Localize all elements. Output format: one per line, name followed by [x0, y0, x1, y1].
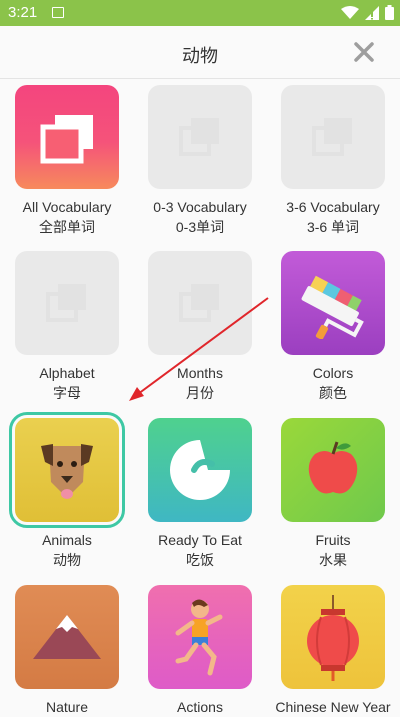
lantern-icon — [307, 595, 359, 681]
category-card[interactable] — [148, 585, 252, 689]
category-card-selected[interactable] — [9, 412, 125, 528]
close-icon[interactable] — [352, 40, 376, 64]
category-tile-fruits[interactable]: Fruits 水果 — [281, 418, 385, 570]
category-card[interactable] — [15, 585, 119, 689]
category-card-locked[interactable] — [15, 251, 119, 355]
tile-label: All Vocabulary 全部单词 — [22, 199, 112, 235]
copy-icon-faded — [179, 284, 219, 322]
category-tile-nature[interactable]: Nature — [15, 585, 119, 717]
image-notification-icon — [52, 7, 64, 18]
dog-icon — [41, 444, 93, 499]
category-tile-actions[interactable]: Actions — [148, 585, 252, 717]
category-card-locked[interactable] — [148, 85, 252, 189]
tile-label: Ready To Eat 吃饭 — [158, 532, 242, 568]
status-bar: 3:21 — [0, 0, 400, 26]
tile-label: Alphabet 字母 — [39, 365, 95, 401]
tile-label: Chinese New Year — [275, 699, 391, 715]
copy-icon-faded — [46, 284, 86, 322]
tile-label: Months 月份 — [177, 365, 223, 401]
header: 动物 — [0, 26, 400, 79]
mountain-icon — [33, 615, 101, 659]
category-card[interactable] — [15, 85, 119, 189]
signal-icon — [365, 5, 379, 20]
category-tile-alphabet[interactable]: Alphabet 字母 — [15, 251, 119, 403]
category-card[interactable] — [148, 418, 252, 522]
category-tile-ready-to-eat[interactable]: Ready To Eat 吃饭 — [148, 418, 252, 570]
category-card[interactable] — [281, 251, 385, 355]
status-time: 3:21 — [8, 4, 38, 21]
wifi-icon — [341, 5, 359, 19]
pacman-icon — [170, 440, 230, 500]
category-tile-chinese-new-year[interactable]: Chinese New Year — [275, 585, 391, 717]
category-card[interactable] — [281, 585, 385, 689]
apple-icon — [308, 441, 358, 494]
category-tile-colors[interactable]: Colors 颜色 — [281, 251, 385, 403]
paint-roller-icon — [301, 275, 364, 339]
tile-label: Fruits 水果 — [315, 532, 351, 568]
category-tile-3-6-vocabulary[interactable]: 3-6 Vocabulary 3-6 单词 — [281, 85, 385, 237]
page-title: 动物 — [182, 46, 218, 66]
category-tile-0-3-vocabulary[interactable]: 0-3 Vocabulary 0-3单词 — [148, 85, 252, 237]
category-tile-all-vocabulary[interactable]: All Vocabulary 全部单词 — [15, 85, 119, 237]
battery-icon — [385, 5, 394, 20]
tile-label: Actions — [177, 699, 223, 715]
running-person-icon — [175, 599, 223, 676]
category-card-locked[interactable] — [281, 85, 385, 189]
copy-icon — [40, 115, 93, 164]
copy-icon-faded — [312, 118, 352, 156]
tile-label: 0-3 Vocabulary 0-3单词 — [153, 199, 247, 235]
category-tile-months[interactable]: Months 月份 — [148, 251, 252, 403]
category-card-locked[interactable] — [148, 251, 252, 355]
tile-label: 3-6 Vocabulary 3-6 单词 — [286, 199, 380, 235]
tile-label: Animals 动物 — [42, 532, 92, 568]
copy-icon-faded — [179, 118, 219, 156]
category-card[interactable] — [281, 418, 385, 522]
tile-label: Colors 颜色 — [312, 365, 354, 401]
category-tile-animals[interactable]: Animals 动物 — [9, 412, 125, 570]
tile-label: Nature — [45, 699, 89, 715]
